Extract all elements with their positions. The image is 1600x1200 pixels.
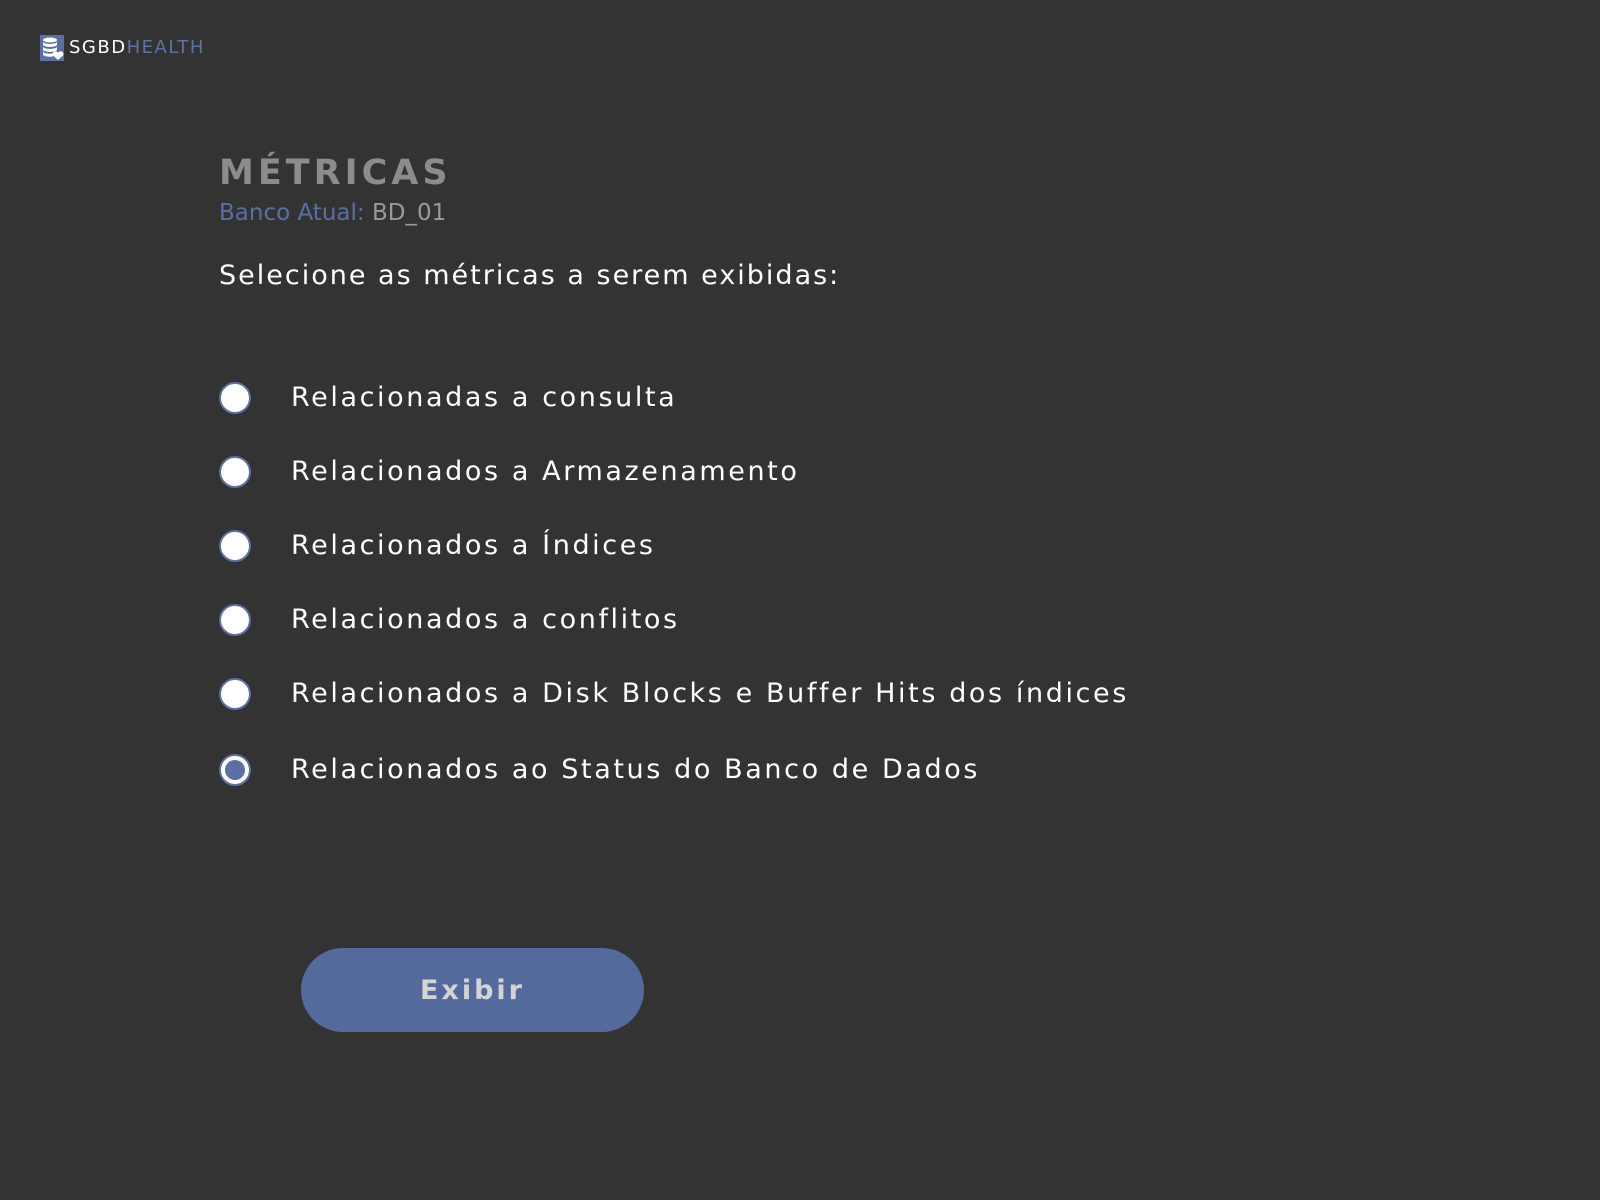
- option-label-disk-blocks[interactable]: Relacionados a Disk Blocks e Buffer Hits…: [291, 676, 1129, 712]
- radio-armazenamento[interactable]: [219, 456, 251, 488]
- page-title: MÉTRICAS: [219, 153, 452, 193]
- database-heart-icon: [40, 35, 64, 61]
- radio-indices[interactable]: [219, 530, 251, 562]
- option-consulta[interactable]: Relacionadas a consulta: [219, 380, 677, 416]
- option-armazenamento[interactable]: Relacionados a Armazenamento: [219, 454, 799, 490]
- option-label-conflitos[interactable]: Relacionados a conflitos: [291, 602, 680, 638]
- radio-conflitos[interactable]: [219, 604, 251, 636]
- current-database: Banco Atual: BD_01: [219, 198, 446, 228]
- instruction-text: Selecione as métricas a serem exibidas:: [219, 260, 841, 291]
- option-label-indices[interactable]: Relacionados a Índices: [291, 528, 656, 564]
- radio-status-banco[interactable]: [219, 754, 251, 786]
- option-status-banco[interactable]: Relacionados ao Status do Banco de Dados: [219, 752, 980, 788]
- option-disk-blocks[interactable]: Relacionados a Disk Blocks e Buffer Hits…: [219, 676, 1129, 712]
- brand-name-health: HEALTH: [126, 37, 205, 58]
- option-indices[interactable]: Relacionados a Índices: [219, 528, 656, 564]
- brand-name: SGBDHEALTH: [69, 35, 205, 61]
- current-database-label: Banco Atual:: [219, 200, 365, 226]
- radio-consulta[interactable]: [219, 382, 251, 414]
- option-label-status-banco[interactable]: Relacionados ao Status do Banco de Dados: [291, 752, 980, 788]
- option-label-consulta[interactable]: Relacionadas a consulta: [291, 380, 677, 416]
- option-conflitos[interactable]: Relacionados a conflitos: [219, 602, 680, 638]
- option-label-armazenamento[interactable]: Relacionados a Armazenamento: [291, 454, 799, 490]
- current-database-value: BD_01: [371, 200, 447, 226]
- exibir-button[interactable]: Exibir: [301, 948, 644, 1032]
- brand-logo: SGBDHEALTH: [40, 35, 205, 61]
- radio-disk-blocks[interactable]: [219, 678, 251, 710]
- brand-name-sgbd: SGBD: [69, 37, 127, 58]
